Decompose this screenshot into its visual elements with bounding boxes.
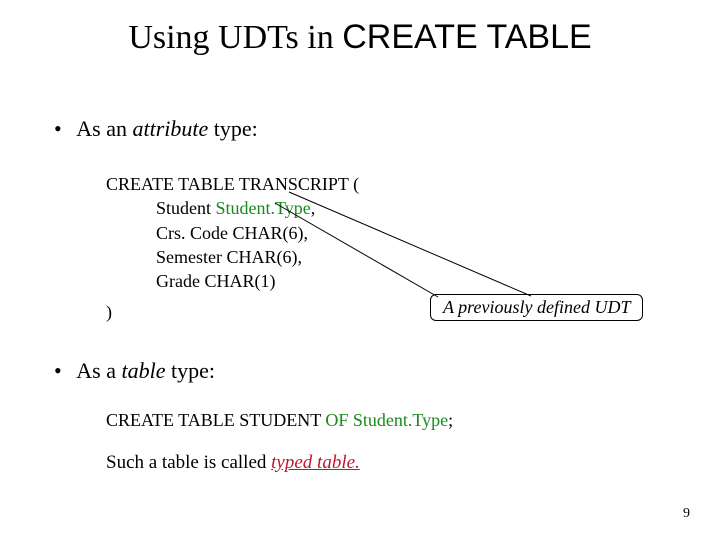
title-mono: CREATE TABLE: [342, 18, 591, 56]
bullet-dot-icon-2: •: [54, 358, 72, 384]
c2-a: CREATE TABLE STUDENT: [106, 410, 325, 430]
bullet-table-type: • As a table type:: [54, 358, 215, 384]
code-l2-c: ,: [311, 198, 316, 218]
code-block-create-transcript: CREATE TABLE TRANSCRIPT ( Student Studen…: [106, 172, 359, 293]
code-l2-a: Student: [156, 198, 216, 218]
bullet2-post: type:: [166, 358, 216, 383]
slide: Using UDTs in CREATE TABLE • As an attri…: [0, 0, 720, 540]
code-line-4: Semester CHAR(6),: [106, 245, 359, 269]
code-line-5: Grade CHAR(1): [106, 269, 359, 293]
code-line-create-student: CREATE TABLE STUDENT OF Student.Type;: [106, 410, 453, 431]
bullet-attribute-type: • As an attribute type:: [54, 116, 258, 142]
page-number: 9: [683, 506, 690, 522]
typed-table-term: typed table.: [271, 452, 360, 473]
c2-of: OF: [325, 410, 348, 430]
bullet1-pre: As an: [76, 116, 132, 141]
c2-type: Student.Type: [348, 410, 448, 430]
code-close-paren: ): [106, 302, 112, 323]
bullet2-pre: As a: [76, 358, 121, 383]
code-l2-type: Student.Type: [216, 198, 311, 218]
code-line-2: Student Student.Type,: [106, 196, 359, 220]
bullet1-em: attribute: [133, 116, 209, 141]
sentence-a: Such a table is called: [106, 452, 271, 473]
bullet-dot-icon: •: [54, 116, 72, 142]
title-prefix: Using UDTs in: [128, 19, 342, 56]
bullet1-post: type:: [208, 116, 258, 141]
bullet2-em: table: [122, 358, 166, 383]
slide-title: Using UDTs in CREATE TABLE: [0, 18, 720, 57]
typed-table-sentence: Such a table is called typed table.: [106, 452, 360, 474]
code-line-1: CREATE TABLE TRANSCRIPT (: [106, 172, 359, 196]
code-line-3: Crs. Code CHAR(6),: [106, 221, 359, 245]
c2-semi: ;: [448, 410, 453, 430]
callout-udt: A previously defined UDT: [430, 294, 643, 321]
